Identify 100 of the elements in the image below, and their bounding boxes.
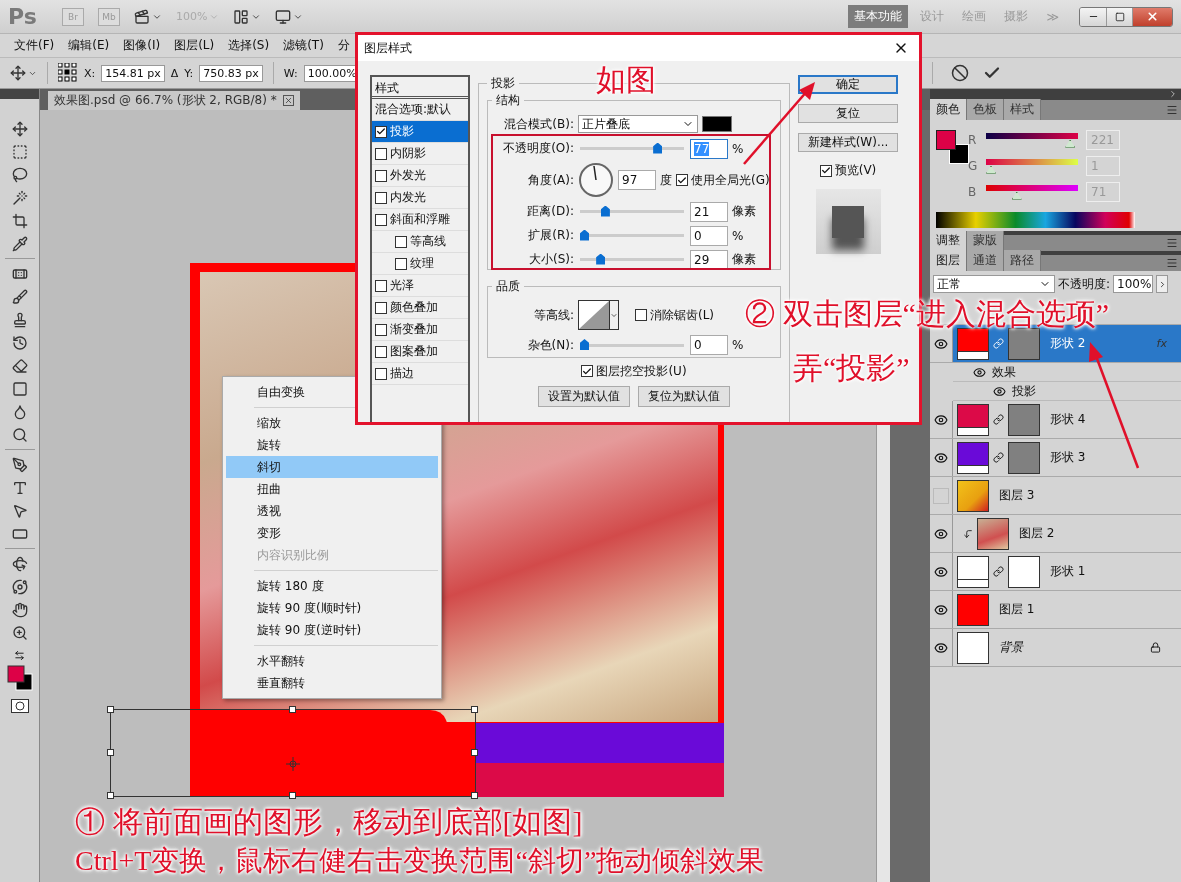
workspace-button[interactable]: 基本功能	[848, 5, 909, 28]
x-field[interactable]: 154.81 px	[101, 64, 165, 82]
transform-handle[interactable]	[471, 749, 478, 756]
default-button[interactable]: 设置为默认值	[538, 386, 630, 407]
number-field[interactable]: 29	[690, 249, 728, 270]
number-field[interactable]: 0	[690, 225, 728, 246]
menu-item[interactable]: 图层(L)	[167, 37, 222, 54]
screen-mode-dropdown[interactable]	[275, 8, 304, 25]
checkbox[interactable]	[395, 235, 407, 248]
menu-item[interactable]: 变形	[226, 522, 438, 544]
checkbox[interactable]	[375, 213, 387, 226]
layer-row[interactable]: 形状 3	[953, 439, 1181, 476]
menu-item[interactable]: 旋转	[226, 434, 438, 456]
style-list-item[interactable]: 等高线	[372, 231, 468, 253]
menu-icon[interactable]	[1166, 104, 1178, 116]
layer-row[interactable]: 图层 2	[953, 515, 1181, 552]
marquee-icon[interactable]	[11, 143, 28, 160]
document-tab[interactable]: 效果图.psd @ 66.7% (形状 2, RGB/8) *	[48, 91, 300, 110]
panel-tab[interactable]: 路径	[1004, 250, 1041, 271]
transform-handle[interactable]	[107, 706, 114, 713]
eye-icon[interactable]	[934, 412, 948, 427]
hand-icon[interactable]	[11, 601, 28, 618]
slider-thumb[interactable]	[596, 253, 606, 265]
layer-row[interactable]: 图层 1	[953, 591, 1181, 628]
collapse-icon[interactable]	[1168, 89, 1178, 99]
menu-icon[interactable]	[1166, 257, 1178, 269]
style-list-item[interactable]: 颜色叠加	[372, 297, 468, 319]
crop-icon[interactable]	[11, 212, 28, 229]
transform-handle[interactable]	[289, 706, 296, 713]
quick-mask-icon[interactable]	[10, 699, 29, 713]
blend-mode-select[interactable]: 正片叠底	[578, 115, 698, 133]
layout-dropdown[interactable]	[233, 8, 262, 25]
style-list-item[interactable]: 外发光	[372, 165, 468, 187]
lasso-icon[interactable]	[11, 166, 28, 183]
slider-thumb[interactable]	[653, 142, 663, 154]
crosshair-icon[interactable]	[286, 757, 300, 771]
magnifier-icon[interactable]	[11, 426, 28, 443]
menu-item[interactable]: 透视	[226, 500, 438, 522]
menu-item[interactable]: 编辑(E)	[61, 37, 117, 54]
transform-box[interactable]	[110, 709, 476, 797]
checkbox[interactable]	[375, 169, 387, 182]
menu-item[interactable]: 图像(I)	[116, 37, 168, 54]
pointer-icon[interactable]	[11, 502, 28, 519]
contour-picker[interactable]	[578, 300, 619, 330]
type-icon[interactable]	[11, 479, 28, 496]
move-icon[interactable]	[11, 120, 28, 137]
style-list-item[interactable]: 光泽	[372, 275, 468, 297]
transform-handle[interactable]	[289, 792, 296, 799]
panel-tab[interactable]: 颜色	[930, 99, 967, 120]
eye-icon[interactable]	[934, 564, 948, 579]
slider-thumb[interactable]	[600, 205, 610, 217]
checkbox[interactable]	[819, 164, 832, 177]
color-swatches-icon[interactable]	[936, 130, 970, 166]
menu-item[interactable]: 扭曲	[226, 478, 438, 500]
swap-colors-icon[interactable]	[14, 650, 25, 661]
angle-dial[interactable]	[578, 162, 614, 198]
transform-handle[interactable]	[107, 792, 114, 799]
checkbox[interactable]	[375, 345, 387, 358]
layer-row[interactable]: 图层 3	[953, 477, 1181, 514]
style-list-item[interactable]: 斜面和浮雕	[372, 209, 468, 231]
number-field[interactable]: 21	[690, 201, 728, 222]
y-field[interactable]: 750.83 px	[199, 64, 263, 82]
orbit-icon[interactable]	[11, 578, 28, 595]
tool-preset-dropdown[interactable]	[10, 65, 37, 81]
opacity-field[interactable]: 100%	[1113, 275, 1154, 293]
dialog-button[interactable]: 复位	[798, 104, 898, 123]
eyedropper-icon[interactable]	[11, 235, 28, 252]
eye-icon[interactable]	[934, 450, 948, 465]
slider-thumb[interactable]	[1065, 139, 1076, 148]
transform-handle[interactable]	[471, 706, 478, 713]
style-list-item[interactable]: 纹理	[372, 253, 468, 275]
color-spectrum[interactable]	[936, 212, 1135, 228]
menu-item[interactable]: 文件(F)	[7, 37, 62, 54]
menu-item[interactable]: 水平翻转	[226, 650, 438, 672]
menu-item[interactable]: 斜切	[226, 456, 438, 478]
checkbox[interactable]	[375, 301, 387, 314]
blend-mode-select[interactable]: 正常	[933, 275, 1055, 293]
menu-item[interactable]: 旋转 90 度(顺时针)	[226, 597, 438, 619]
slider-thumb[interactable]	[986, 165, 996, 174]
slider-thumb[interactable]	[580, 229, 589, 241]
style-list-item[interactable]: 描边	[372, 363, 468, 385]
checkbox[interactable]	[375, 279, 387, 292]
panel-tab[interactable]: 样式	[1004, 99, 1041, 120]
dialog-button[interactable]: 新建样式(W)...	[798, 133, 898, 152]
checkbox[interactable]	[635, 309, 647, 321]
style-list-item[interactable]: 内发光	[372, 187, 468, 209]
color-swatches-icon[interactable]	[6, 665, 33, 691]
pen-icon[interactable]	[11, 456, 28, 473]
slider-thumb[interactable]	[1011, 191, 1022, 200]
transform-handle[interactable]	[107, 749, 114, 756]
history-icon[interactable]	[11, 334, 28, 351]
menu-item[interactable]: 选择(S)	[221, 37, 277, 54]
eye-icon[interactable]	[993, 384, 1006, 398]
panel-tab[interactable]: 通道	[967, 250, 1004, 271]
menu-item[interactable]: 垂直翻转	[226, 672, 438, 694]
style-list-item[interactable]: 图案叠加	[372, 341, 468, 363]
transform-handle[interactable]	[471, 792, 478, 799]
checkbox[interactable]	[375, 125, 387, 138]
style-list-item[interactable]: 渐变叠加	[372, 319, 468, 341]
checkbox[interactable]	[375, 367, 387, 380]
